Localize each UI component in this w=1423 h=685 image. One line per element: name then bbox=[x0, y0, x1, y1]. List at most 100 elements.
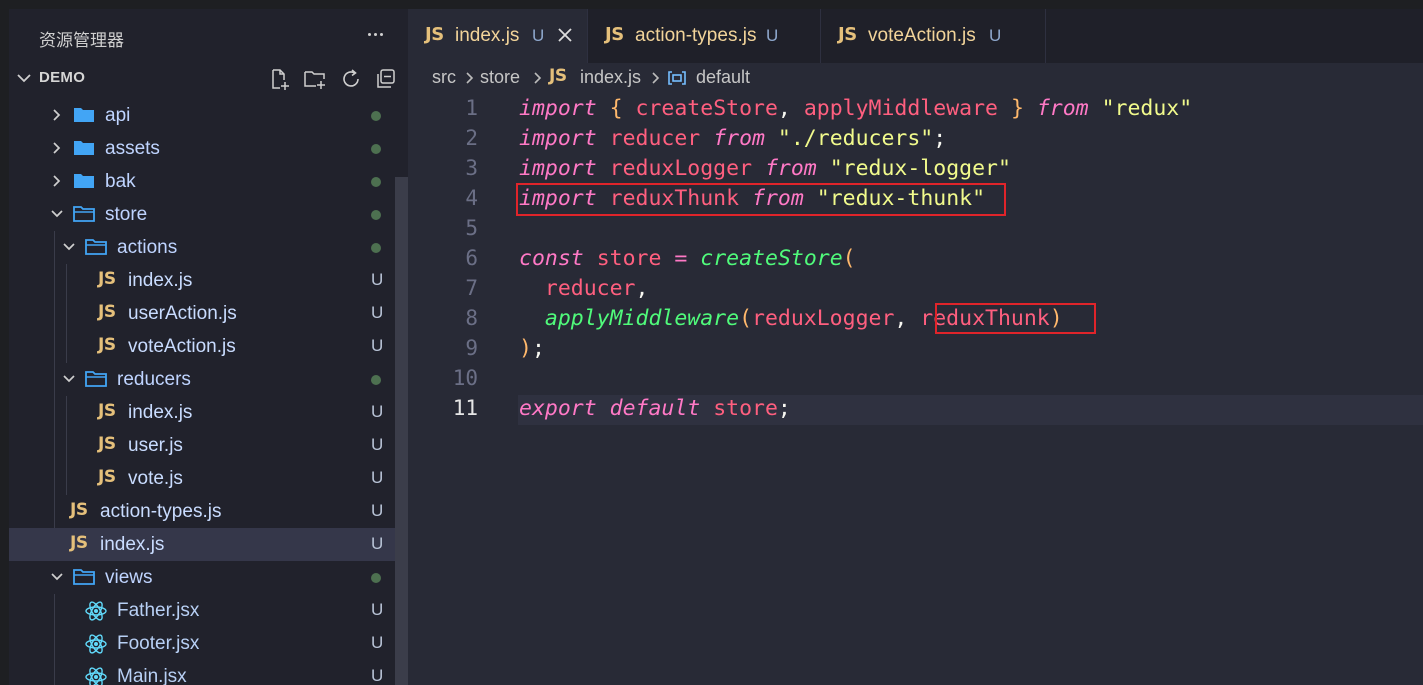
code-token: store bbox=[596, 246, 662, 271]
tree-file[interactable]: JS user.js U bbox=[9, 429, 395, 462]
code-token: { bbox=[609, 96, 623, 121]
code-token: createStore bbox=[700, 246, 843, 271]
git-status-badge: U bbox=[371, 270, 384, 289]
git-status-badge: U bbox=[371, 435, 384, 454]
js-file-icon: JS bbox=[98, 302, 116, 322]
tree-file[interactable]: JS index.js U bbox=[9, 528, 408, 561]
code-line: import reducer from "./reducers"; bbox=[519, 126, 946, 151]
scrollbar[interactable] bbox=[395, 177, 408, 685]
folder-open-icon bbox=[84, 369, 108, 389]
folder-open-icon bbox=[84, 237, 108, 257]
tree-file[interactable]: JS action-types.js U bbox=[9, 495, 395, 528]
code-area[interactable]: 1 import { createStore, applyMiddleware }… bbox=[408, 93, 1423, 685]
editor-tab[interactable]: JS index.js U bbox=[408, 9, 587, 63]
git-status-badge: U bbox=[371, 534, 384, 553]
modified-dot bbox=[371, 177, 381, 187]
new-file-icon[interactable] bbox=[267, 67, 291, 91]
tree-file[interactable]: JS voteAction.js U bbox=[9, 330, 395, 363]
code-token: reducer bbox=[609, 126, 701, 151]
tab-git-status: U bbox=[989, 26, 1002, 45]
editor-tab[interactable]: JS action-types.js U bbox=[588, 9, 820, 63]
folder-icon bbox=[72, 138, 96, 158]
breadcrumb-symbol[interactable]: default bbox=[696, 67, 750, 88]
chevron-down-icon[interactable] bbox=[62, 239, 76, 255]
breadcrumb-file[interactable]: index.js bbox=[580, 67, 641, 88]
tree-file[interactable]: JS vote.js U bbox=[9, 462, 395, 495]
tree-file[interactable]: JS userAction.js U bbox=[9, 297, 395, 330]
code-token: = bbox=[674, 246, 688, 271]
tree-folder-assets[interactable]: assets bbox=[9, 132, 395, 165]
tree-item-label: reducers bbox=[117, 369, 191, 390]
project-header[interactable]: DEMO bbox=[9, 63, 408, 93]
chevron-down-icon[interactable] bbox=[62, 371, 76, 387]
tree-folder-views[interactable]: views bbox=[9, 561, 395, 594]
chevron-right-icon[interactable] bbox=[50, 140, 64, 156]
tab-separator bbox=[1045, 9, 1046, 63]
tree-file[interactable]: JS index.js U bbox=[9, 396, 395, 429]
tree-folder-bak[interactable]: bak bbox=[9, 165, 395, 198]
chevron-right-icon bbox=[466, 72, 474, 84]
js-file-icon: JS bbox=[98, 467, 116, 487]
tree-item-label: Main.jsx bbox=[117, 666, 187, 685]
more-actions-icon[interactable] bbox=[361, 22, 389, 46]
folder-open-icon bbox=[72, 204, 96, 224]
tree-folder-api[interactable]: api bbox=[9, 99, 395, 132]
tree-folder-actions[interactable]: actions bbox=[9, 231, 395, 264]
tree-folder-store[interactable]: store bbox=[9, 198, 395, 231]
code-token: from bbox=[713, 126, 765, 151]
close-icon[interactable] bbox=[556, 26, 574, 44]
symbol-variable-icon bbox=[668, 71, 686, 85]
code-token: "./reducers" bbox=[777, 126, 934, 151]
js-file-icon: JS bbox=[838, 24, 857, 45]
chevron-down-icon[interactable] bbox=[50, 206, 64, 222]
chevron-right-icon[interactable] bbox=[50, 107, 64, 123]
tree-item-label: bak bbox=[105, 171, 136, 192]
code-token: reduxLogger bbox=[609, 156, 753, 181]
tree-file[interactable]: JS index.js U bbox=[9, 264, 395, 297]
folder-icon bbox=[72, 171, 96, 191]
code-line: export default store; bbox=[519, 396, 791, 421]
js-file-icon: JS bbox=[98, 335, 116, 355]
code-token: ) bbox=[519, 336, 532, 361]
chevron-right-icon[interactable] bbox=[50, 173, 64, 189]
code-token: from bbox=[764, 156, 817, 181]
chevron-down-icon[interactable] bbox=[50, 569, 64, 585]
git-status-badge: U bbox=[371, 600, 384, 619]
code-token: , bbox=[777, 96, 804, 121]
collapse-all-icon[interactable] bbox=[374, 67, 398, 91]
editor: JS index.js U JS action-types.js U JS voteActio… bbox=[408, 9, 1423, 685]
breadcrumb-src[interactable]: src bbox=[432, 67, 456, 88]
new-folder-icon[interactable] bbox=[303, 67, 327, 91]
tab-git-status: U bbox=[766, 26, 779, 45]
tree-item-label: index.js bbox=[128, 270, 193, 291]
tab-label: voteAction.js bbox=[868, 25, 976, 46]
tree-item-label: vote.js bbox=[128, 468, 183, 489]
tab-label: index.js bbox=[455, 25, 520, 46]
code-token: import bbox=[519, 96, 597, 121]
tree-folder-reducers[interactable]: reducers bbox=[9, 363, 395, 396]
tree-item-label: index.js bbox=[128, 402, 193, 423]
tree-file[interactable]: Main.jsx U bbox=[9, 660, 395, 685]
tree-item-label: userAction.js bbox=[128, 303, 237, 324]
tree-file[interactable]: Father.jsx U bbox=[9, 594, 395, 627]
explorer-title: 资源管理器 bbox=[39, 31, 124, 50]
line-number: 9 bbox=[465, 336, 478, 360]
chevron-right-icon bbox=[652, 72, 660, 84]
git-status-badge: U bbox=[371, 666, 384, 685]
editor-tab[interactable]: JS voteAction.js U bbox=[821, 9, 1045, 63]
line-number: 5 bbox=[465, 216, 478, 240]
refresh-icon[interactable] bbox=[339, 67, 363, 91]
code-line: reducer, bbox=[519, 276, 649, 301]
modified-dot bbox=[371, 111, 381, 121]
git-status-badge: U bbox=[371, 336, 384, 355]
modified-dot bbox=[371, 375, 381, 385]
breadcrumb-store[interactable]: store bbox=[480, 67, 520, 88]
tree-file[interactable]: Footer.jsx U bbox=[9, 627, 395, 660]
